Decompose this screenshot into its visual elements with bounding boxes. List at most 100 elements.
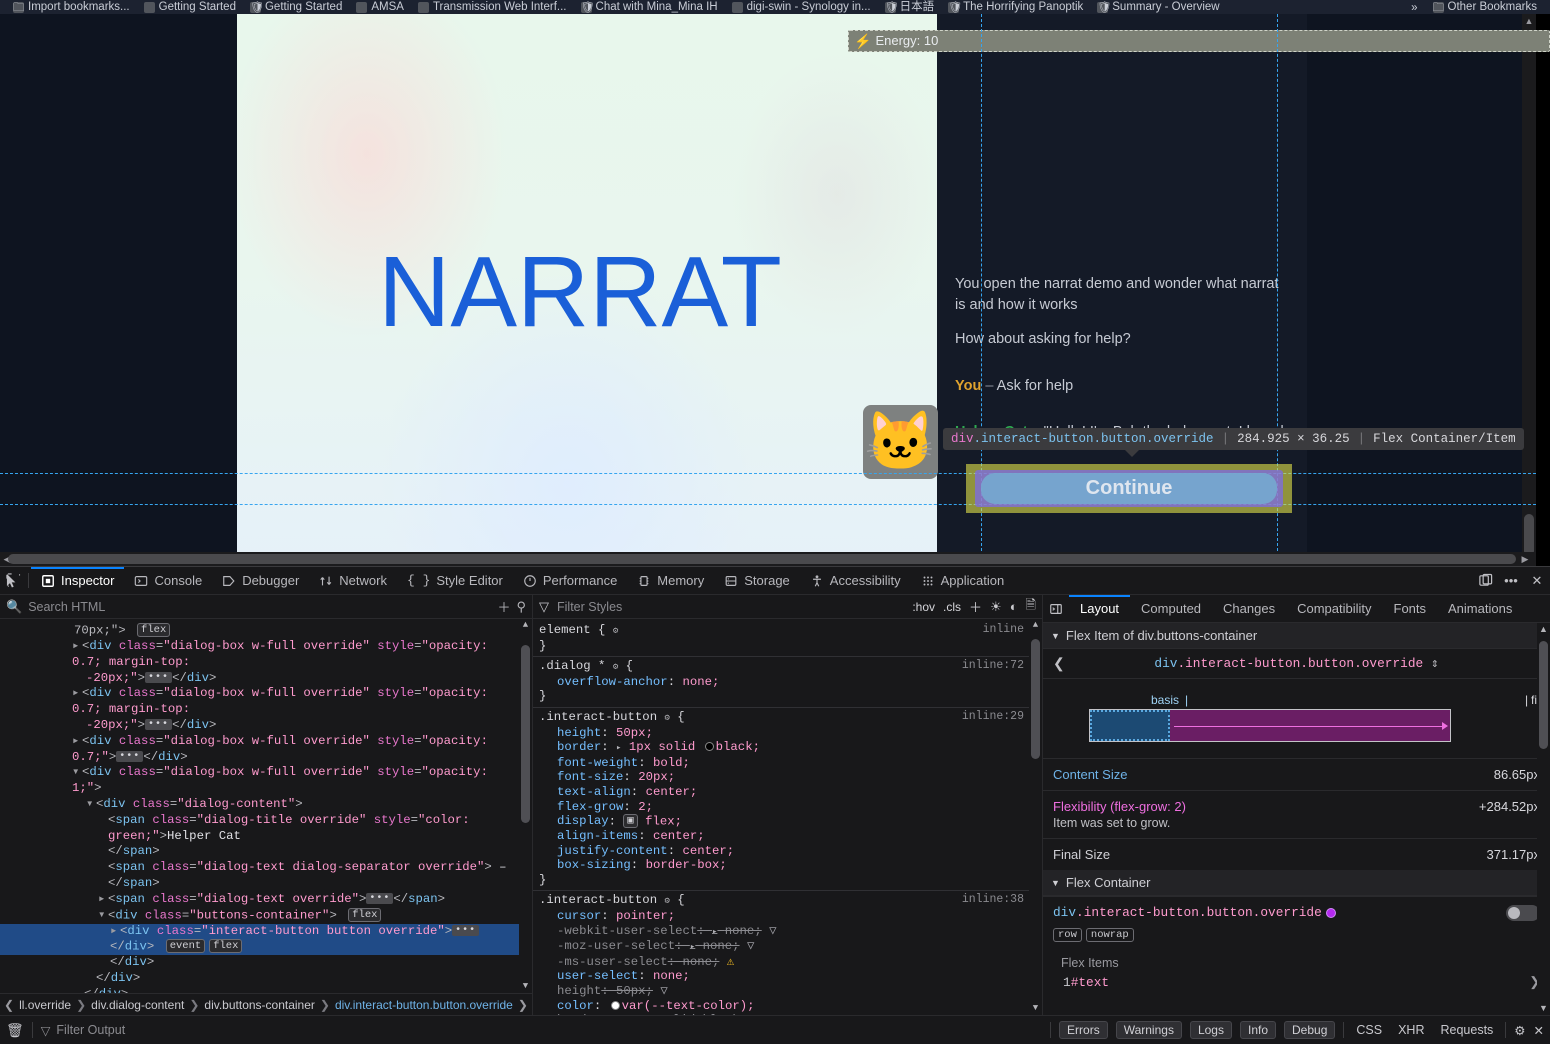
more-options-icon[interactable]: •••	[1498, 567, 1524, 594]
declaration-property[interactable]: align-items	[539, 829, 638, 844]
filter-unused-icon[interactable]: ▽	[747, 939, 754, 953]
declaration-value[interactable]: 50px;	[616, 726, 653, 740]
scroll-up-arrow-icon[interactable]: ▲	[1029, 619, 1042, 632]
scroll-down-arrow-icon[interactable]: ▼	[1537, 1002, 1550, 1015]
split-console-icon[interactable]	[1472, 567, 1498, 594]
rule-interact-button-38[interactable]: inline:38 .interact-button ⚙ { cursor: p…	[533, 891, 1042, 1015]
filter-unused-icon[interactable]: ▽	[769, 924, 776, 938]
declaration-value[interactable]: center;	[646, 785, 698, 799]
tab-performance[interactable]: Performance	[513, 567, 627, 594]
rule-source[interactable]: inline:29	[962, 710, 1024, 725]
bookmark-getting-started-2[interactable]: 🛡 Getting Started	[243, 0, 349, 14]
markup-tree[interactable]: 70px;"> flex ▸ <div class="dialog-box w-f…	[0, 619, 532, 993]
bookmark-summary[interactable]: 🛡 Summary - Overview	[1090, 0, 1226, 14]
declaration[interactable]: -moz-user-select: ▸ none; ▽	[539, 939, 1026, 955]
layout-scrollbar-thumb[interactable]	[1539, 641, 1548, 749]
filter-output-input[interactable]: Filter Output	[56, 1023, 125, 1037]
rule-selector[interactable]: .interact-button	[539, 893, 657, 907]
declaration[interactable]: flex-grow: 2;	[539, 800, 1026, 815]
warning-icon[interactable]: ⚠	[727, 955, 734, 969]
rule-toggle-icon[interactable]: ⚙	[613, 662, 618, 672]
print-media-icon[interactable]: 🗎	[1026, 596, 1036, 618]
declaration-property[interactable]: height	[539, 726, 601, 741]
flex-badge-icon[interactable]: ▣	[623, 814, 638, 829]
declaration-property[interactable]: -webkit-user-select	[539, 924, 697, 939]
flex-overlay-toggle[interactable]	[1506, 905, 1540, 921]
rule-toggle-icon[interactable]: ⚙	[613, 626, 618, 636]
declaration-property[interactable]: font-size	[539, 770, 623, 785]
declaration-property[interactable]: border	[539, 740, 601, 755]
declaration-value[interactable]: 20px;	[638, 770, 675, 784]
rule-toggle-icon[interactable]: ⚙	[664, 896, 669, 906]
scroll-down-arrow-icon[interactable]: ▼	[519, 980, 532, 993]
bookmarks-overflow-button[interactable]: »	[1403, 2, 1425, 14]
declaration-value[interactable]: none;	[725, 924, 762, 938]
rules-scrollbar[interactable]: ▲ ▼	[1029, 619, 1042, 1015]
filter-xhr-link[interactable]: XHR	[1394, 1023, 1428, 1037]
markup-line[interactable]: -20px;"> ••• </div>	[0, 671, 532, 687]
rule-interact-button-29[interactable]: inline:29 .interact-button ⚙ { height: 5…	[533, 708, 1042, 892]
expand-arrow-icon[interactable]: ▸	[616, 743, 621, 753]
markup-line[interactable]: ▾ <div class="dialog-box w-full override"…	[0, 765, 532, 797]
rules-scrollbar-thumb[interactable]	[1031, 639, 1040, 759]
layout-content[interactable]: ▼ Flex Item of div.buttons-container ❮ d…	[1043, 623, 1550, 1015]
rule-source[interactable]: inline:72	[962, 659, 1024, 674]
filter-css-link[interactable]: CSS	[1352, 1023, 1386, 1037]
declaration-property[interactable]: font-weight	[539, 756, 638, 771]
bookmark-getting-started-1[interactable]: Getting Started	[137, 0, 243, 14]
sun-icon[interactable]: ☀	[990, 599, 1002, 615]
markup-line[interactable]: </div>	[0, 955, 532, 971]
rules-list[interactable]: inline element { ⚙ } inline:72 .dialog *…	[533, 619, 1042, 1015]
markup-line-selected[interactable]: ▸ <div class="interact-button button over…	[0, 923, 532, 956]
declaration[interactable]: border: ▸ 1px solid black;	[539, 740, 1026, 756]
declaration-value[interactable]: 50px;	[616, 984, 653, 998]
declaration[interactable]: -ms-user-select: none; ⚠	[539, 955, 1026, 970]
hov-button[interactable]: :hov	[912, 600, 935, 614]
breadcrumb-item-1[interactable]: div.dialog-content	[91, 998, 184, 1012]
tab-style-editor[interactable]: { } Style Editor	[397, 567, 513, 594]
markup-search-bar[interactable]: 🔍 Search HTML ＋ ⚲	[0, 595, 532, 619]
bookmark-amsa[interactable]: AMSA	[349, 0, 411, 14]
markup-line[interactable]: <span class="dialog-text dialog-separato…	[0, 860, 532, 892]
close-icon[interactable]: ✕	[1534, 1023, 1544, 1038]
bookmark-digiswin[interactable]: digi-swin - Synology in...	[725, 0, 878, 14]
rule-selector[interactable]: .dialog *	[539, 659, 605, 673]
settings-gear-icon[interactable]: ⚙	[1514, 1023, 1525, 1038]
tab-debugger[interactable]: Debugger	[212, 567, 309, 594]
scroll-up-arrow-icon[interactable]: ▲	[519, 619, 532, 632]
rule-toggle-icon[interactable]: ⚙	[664, 713, 669, 723]
breadcrumb-item-2[interactable]: div.buttons-container	[204, 998, 315, 1012]
declaration-property[interactable]: text-align	[539, 785, 631, 800]
tab-layout[interactable]: Layout	[1069, 595, 1131, 622]
bookmark-transmission[interactable]: Transmission Web Interf...	[411, 0, 574, 14]
filter-logs-button[interactable]: Logs	[1189, 1021, 1232, 1039]
tab-network[interactable]: Network	[309, 567, 397, 594]
filter-output-box[interactable]: ▽ Filter Output	[41, 1023, 125, 1038]
declaration[interactable]: -webkit-user-select: ▸ none; ▽	[539, 924, 1026, 940]
breadcrumb-item-0[interactable]: ll.override	[19, 998, 71, 1012]
markup-scrollbar[interactable]: ▲ ▼	[519, 619, 532, 993]
declaration-property[interactable]: display	[539, 814, 609, 829]
breadcrumb-scroll-right[interactable]: ❯	[518, 998, 528, 1012]
declaration-value[interactable]: flex;	[645, 814, 682, 828]
close-icon[interactable]: ✕	[1524, 567, 1550, 594]
markup-line[interactable]: </span>	[0, 844, 532, 860]
declaration-property[interactable]: cursor	[539, 909, 601, 924]
declaration-value[interactable]: 2;	[638, 800, 653, 814]
chevron-down-icon[interactable]: ▼	[1051, 631, 1060, 641]
cls-button[interactable]: .cls	[943, 600, 961, 614]
markup-line[interactable]: </div>	[0, 987, 532, 993]
declaration[interactable]: color: var(--text-color);	[539, 999, 1026, 1014]
declaration[interactable]: border: ▸ 1px solid black; ▽	[539, 1013, 1026, 1015]
declaration-value[interactable]: none;	[653, 969, 690, 983]
layout-scrollbar[interactable]: ▲ ▼	[1537, 623, 1550, 1015]
declaration-property[interactable]: border	[539, 1013, 601, 1015]
horizontal-scrollbar-thumb[interactable]	[8, 554, 1516, 564]
filter-requests-link[interactable]: Requests	[1436, 1023, 1497, 1037]
declaration-property[interactable]: user-select	[539, 969, 638, 984]
declaration[interactable]: overflow-anchor: none;	[539, 675, 1026, 690]
element-picker-icon[interactable]	[0, 567, 26, 594]
declaration-property[interactable]: box-sizing	[539, 858, 631, 873]
scroll-down-arrow-icon[interactable]: ▼	[1029, 1002, 1042, 1015]
flex-item-entry[interactable]: 1 #text ❯	[1043, 972, 1550, 996]
